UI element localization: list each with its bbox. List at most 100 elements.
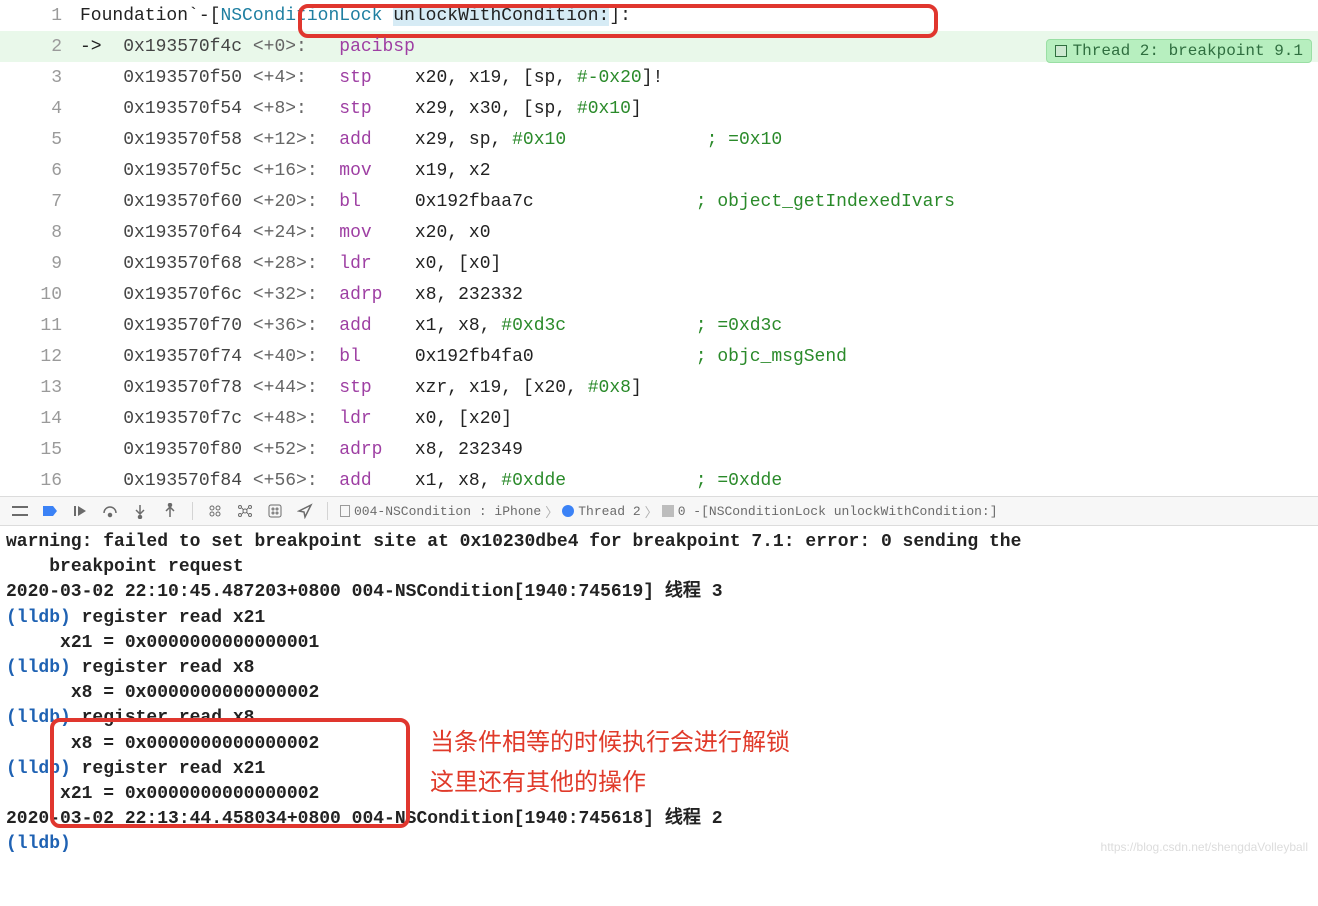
code-token: <+48>: bbox=[242, 409, 339, 429]
lldb-prompt: (lldb) bbox=[6, 834, 71, 854]
console-text: register read x8 bbox=[71, 658, 255, 678]
step-over-icon[interactable] bbox=[100, 501, 120, 521]
separator bbox=[192, 502, 193, 520]
line-content: 0x193570f50 <+4>: stp x20, x19, [sp, #-0… bbox=[80, 68, 1318, 88]
code-token: 0x193570f78 bbox=[123, 378, 242, 398]
code-token: <+12>: bbox=[242, 130, 339, 150]
disasm-line[interactable]: 12 0x193570f74 <+40>: bl 0x192fb4fa0 ; o… bbox=[0, 341, 1318, 372]
code-token: 0x193570f74 bbox=[123, 347, 242, 367]
line-number: 1 bbox=[0, 6, 80, 26]
console-line: x8 = 0x0000000000000002 bbox=[6, 681, 1312, 706]
code-token: ] bbox=[631, 378, 642, 398]
disasm-line[interactable]: 11 0x193570f70 <+36>: add x1, x8, #0xd3c… bbox=[0, 310, 1318, 341]
code-token: adrp bbox=[339, 440, 382, 460]
code-token: #0x8 bbox=[588, 378, 631, 398]
console-line: 2020-03-02 22:13:44.458034+0800 004-NSCo… bbox=[6, 807, 1312, 832]
code-token: bl bbox=[339, 192, 361, 212]
code-token: 0x192fb4fa0 bbox=[361, 347, 696, 367]
disasm-title-line[interactable]: 1Foundation`-[NSConditionLock unlockWith… bbox=[0, 0, 1318, 31]
line-content: 0x193570f7c <+48>: ldr x0, [x20] bbox=[80, 409, 1318, 429]
env-overrides-icon[interactable] bbox=[265, 501, 285, 521]
breakpoint-toggle-icon[interactable] bbox=[40, 501, 60, 521]
code-token: add bbox=[339, 130, 371, 150]
disasm-line[interactable]: 10 0x193570f6c <+32>: adrp x8, 232332 bbox=[0, 279, 1318, 310]
disasm-line[interactable]: 8 0x193570f64 <+24>: mov x20, x0 bbox=[0, 217, 1318, 248]
console-line: breakpoint request bbox=[6, 555, 1312, 580]
debug-view-icon[interactable] bbox=[205, 501, 225, 521]
breadcrumb[interactable]: 004-NSCondition : iPhone 〉 Thread 2 〉 0 … bbox=[340, 502, 998, 521]
line-content: 0x193570f64 <+24>: mov x20, x0 bbox=[80, 223, 1318, 243]
code-token: <+56>: bbox=[242, 471, 339, 491]
disasm-line[interactable]: 4 0x193570f54 <+8>: stp x29, x30, [sp, #… bbox=[0, 93, 1318, 124]
code-token: unlockWithCondition: bbox=[393, 6, 609, 26]
disasm-line[interactable]: 3 0x193570f50 <+4>: stp x20, x19, [sp, #… bbox=[0, 62, 1318, 93]
code-token: <+28>: bbox=[242, 254, 339, 274]
code-token: mov bbox=[339, 223, 371, 243]
disasm-line[interactable]: 13 0x193570f78 <+44>: stp xzr, x19, [x20… bbox=[0, 372, 1318, 403]
code-token: add bbox=[339, 471, 371, 491]
code-token: 0x193570f64 bbox=[123, 223, 242, 243]
watermark: https://blog.csdn.net/shengdaVolleyball bbox=[1101, 839, 1308, 856]
lldb-prompt: (lldb) bbox=[6, 608, 71, 628]
lldb-prompt: (lldb) bbox=[6, 658, 71, 678]
line-number: 8 bbox=[0, 223, 80, 243]
code-token: <+8>: bbox=[242, 99, 339, 119]
disasm-line[interactable]: 16 0x193570f84 <+56>: add x1, x8, #0xdde… bbox=[0, 465, 1318, 496]
line-content: 0x193570f70 <+36>: add x1, x8, #0xd3c ; … bbox=[80, 316, 1318, 336]
line-number: 16 bbox=[0, 471, 80, 491]
code-token: ] bbox=[631, 99, 642, 119]
console-output[interactable]: 当条件相等的时候执行会进行解锁 这里还有其他的操作 warning: faile… bbox=[0, 526, 1318, 861]
line-content: 0x193570f6c <+32>: adrp x8, 232332 bbox=[80, 285, 1318, 305]
disasm-line[interactable]: 9 0x193570f68 <+28>: ldr x0, [x0] bbox=[0, 248, 1318, 279]
code-token: <+24>: bbox=[242, 223, 339, 243]
disasm-line[interactable]: 7 0x193570f60 <+20>: bl 0x192fbaa7c ; ob… bbox=[0, 186, 1318, 217]
code-token: 0x193570f5c bbox=[123, 161, 242, 181]
code-token: ldr bbox=[339, 254, 371, 274]
disasm-line[interactable]: 6 0x193570f5c <+16>: mov x19, x2 bbox=[0, 155, 1318, 186]
console-text: register read x21 bbox=[71, 759, 265, 779]
disasm-line[interactable]: 15 0x193570f80 <+52>: adrp x8, 232349 bbox=[0, 434, 1318, 465]
memory-graph-icon[interactable] bbox=[235, 501, 255, 521]
lldb-prompt: (lldb) bbox=[6, 759, 71, 779]
line-content: -> 0x193570f4c <+0>: pacibspThread 2: br… bbox=[80, 37, 1318, 57]
code-token: adrp bbox=[339, 285, 382, 305]
code-token: x29, sp, bbox=[372, 130, 512, 150]
code-token: 0x193570f58 bbox=[123, 130, 242, 150]
code-token: 0x193570f4c bbox=[123, 37, 242, 57]
disassembly-pane[interactable]: 1Foundation`-[NSConditionLock unlockWith… bbox=[0, 0, 1318, 496]
code-token: ]! bbox=[642, 68, 664, 88]
code-token: <+52>: bbox=[242, 440, 339, 460]
code-token: bl bbox=[339, 347, 361, 367]
step-into-icon[interactable] bbox=[130, 501, 150, 521]
location-icon[interactable] bbox=[295, 501, 315, 521]
breadcrumb-app: 004-NSCondition : iPhone bbox=[354, 504, 541, 519]
line-number: 2 bbox=[0, 37, 80, 57]
code-token: NSConditionLock bbox=[220, 6, 393, 26]
console-text: x21 = 0x0000000000000002 bbox=[6, 784, 319, 804]
continue-icon[interactable] bbox=[70, 501, 90, 521]
line-content: 0x193570f60 <+20>: bl 0x192fbaa7c ; obje… bbox=[80, 192, 1318, 212]
console-text: 2020-03-02 22:10:45.487203+0800 004-NSCo… bbox=[6, 582, 723, 602]
pc-arrow-icon: -> bbox=[80, 37, 123, 57]
breadcrumb-thread: Thread 2 bbox=[578, 504, 640, 519]
line-content: 0x193570f84 <+56>: add x1, x8, #0xdde ; … bbox=[80, 471, 1318, 491]
step-out-icon[interactable] bbox=[160, 501, 180, 521]
chevron-right-icon: 〉 bbox=[545, 502, 558, 521]
disasm-line[interactable]: 2-> 0x193570f4c <+0>: pacibspThread 2: b… bbox=[0, 31, 1318, 62]
disasm-line[interactable]: 14 0x193570f7c <+48>: ldr x0, [x20] bbox=[0, 403, 1318, 434]
console-text: x8 = 0x0000000000000002 bbox=[6, 683, 319, 703]
code-token: stp bbox=[339, 378, 371, 398]
disasm-line[interactable]: 5 0x193570f58 <+12>: add x29, sp, #0x10 … bbox=[0, 124, 1318, 155]
console-text: x21 = 0x0000000000000001 bbox=[6, 633, 319, 653]
code-token: Foundation` bbox=[80, 6, 199, 26]
code-token: ldr bbox=[339, 409, 371, 429]
breakpoint-badge: Thread 2: breakpoint 9.1 bbox=[1046, 39, 1312, 63]
code-token: 0x193570f84 bbox=[123, 471, 242, 491]
console-text: warning: failed to set breakpoint site a… bbox=[6, 532, 1021, 552]
line-number: 10 bbox=[0, 285, 80, 305]
console-line: x21 = 0x0000000000000001 bbox=[6, 631, 1312, 656]
console-text: x8 = 0x0000000000000002 bbox=[6, 734, 319, 754]
console-line: (lldb) register read x21 bbox=[6, 606, 1312, 631]
hide-debug-icon[interactable] bbox=[10, 501, 30, 521]
code-token: 0x193570f6c bbox=[123, 285, 242, 305]
